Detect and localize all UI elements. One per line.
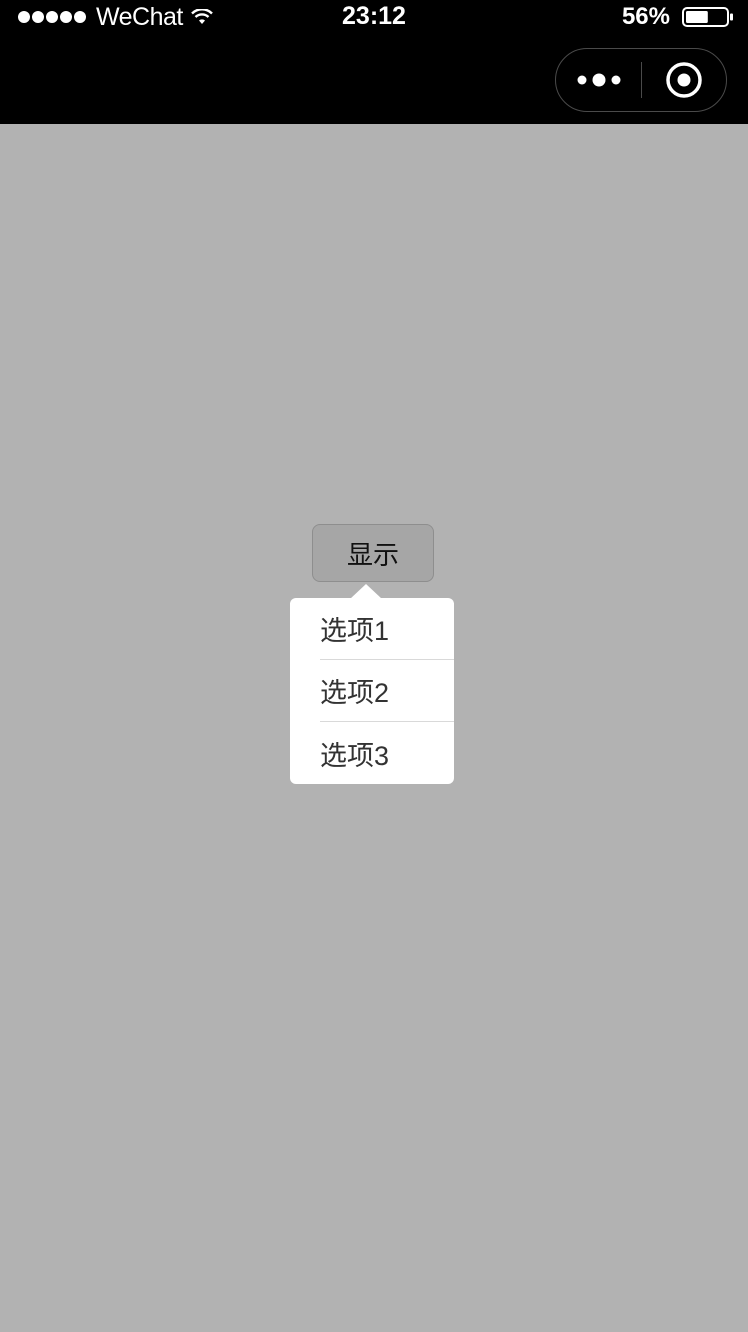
capsule-close-button[interactable] — [642, 49, 726, 111]
battery-percent: 56% — [621, 3, 670, 30]
battery-icon — [682, 7, 733, 27]
popover-item-option-2[interactable]: 选项2 — [320, 660, 454, 722]
mini-program-capsule — [555, 48, 727, 112]
popover-arrow — [350, 584, 382, 599]
status-right: 56% — [622, 0, 734, 34]
show-button[interactable]: 显示 — [312, 524, 434, 582]
status-bar: WeChat 23:12 56% — [0, 0, 748, 36]
popover-item-option-3[interactable]: 选项3 — [320, 722, 454, 784]
capsule-more-button[interactable] — [556, 49, 641, 111]
popover-menu: 选项1 选项2 选项3 — [290, 584, 454, 784]
target-circle-icon — [666, 62, 702, 98]
popover-item-option-1[interactable]: 选项1 — [320, 598, 454, 660]
nav-bar — [0, 36, 748, 124]
more-dots-icon — [577, 73, 620, 87]
